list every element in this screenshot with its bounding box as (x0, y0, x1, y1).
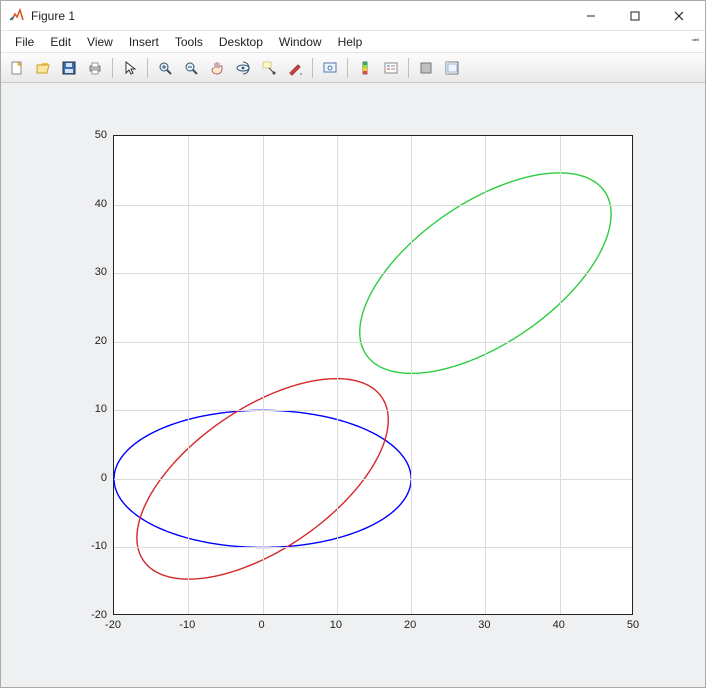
close-button[interactable] (657, 2, 701, 30)
menu-file[interactable]: File (7, 33, 42, 51)
data-cursor-button[interactable] (257, 56, 281, 80)
matlab-icon (9, 8, 25, 24)
titlebar: Figure 1 (1, 1, 705, 31)
ytick-label: 10 (49, 403, 107, 415)
gridline-v (337, 136, 338, 614)
gridline-v (485, 136, 486, 614)
xtick-label: 10 (330, 619, 342, 631)
xtick-label: 0 (259, 619, 265, 631)
gridline-h (114, 547, 632, 548)
gridline-v (263, 136, 264, 614)
menu-window[interactable]: Window (271, 33, 330, 51)
ytick-label: 50 (49, 129, 107, 141)
xtick-label: 20 (404, 619, 416, 631)
gridline-h (114, 273, 632, 274)
gridline-h (114, 410, 632, 411)
gridline-h (114, 342, 632, 343)
minimize-button[interactable] (569, 2, 613, 30)
gridline-h (114, 479, 632, 480)
axes-box (113, 135, 633, 615)
zoom-out-button[interactable] (179, 56, 203, 80)
figure-window: Figure 1 File Edit View Insert Tools Des… (0, 0, 706, 688)
insert-legend-button[interactable] (379, 56, 403, 80)
toolbar-separator (312, 58, 313, 78)
menu-edit[interactable]: Edit (42, 33, 79, 51)
xtick-label: -20 (105, 619, 121, 631)
window-title: Figure 1 (31, 9, 569, 23)
brush-button[interactable] (283, 56, 307, 80)
menu-help[interactable]: Help (330, 33, 371, 51)
xtick-label: -10 (179, 619, 195, 631)
edit-plot-button[interactable] (118, 56, 142, 80)
ytick-label: -10 (49, 540, 107, 552)
menu-insert[interactable]: Insert (121, 33, 167, 51)
pan-button[interactable] (205, 56, 229, 80)
toolbar-separator (347, 58, 348, 78)
link-plot-button[interactable] (318, 56, 342, 80)
ytick-label: 40 (49, 198, 107, 210)
xtick-label: 50 (627, 619, 639, 631)
gridline-v (411, 136, 412, 614)
plot-svg (114, 136, 632, 614)
gridline-h (114, 205, 632, 206)
zoom-in-button[interactable] (153, 56, 177, 80)
gridline-v (188, 136, 189, 614)
hide-plot-tools-button[interactable] (414, 56, 438, 80)
gridline-v (560, 136, 561, 614)
print-figure-button[interactable] (83, 56, 107, 80)
dock-arrow-icon[interactable]: ⭲ (691, 33, 699, 50)
menu-tools[interactable]: Tools (167, 33, 211, 51)
toolbar-separator (147, 58, 148, 78)
toolbar-separator (112, 58, 113, 78)
ytick-label: -20 (49, 609, 107, 621)
toolbar (1, 53, 705, 83)
ytick-label: 30 (49, 266, 107, 278)
menu-desktop[interactable]: Desktop (211, 33, 271, 51)
figure-canvas: -20 -10 0 10 20 30 40 50 -20 -10 0 10 20 30 40 50 (1, 83, 705, 687)
show-plot-tools-button[interactable] (440, 56, 464, 80)
new-figure-button[interactable] (5, 56, 29, 80)
save-figure-button[interactable] (57, 56, 81, 80)
axes[interactable]: -20 -10 0 10 20 30 40 50 -20 -10 0 10 20 30 40 50 (43, 115, 663, 655)
menu-view[interactable]: View (79, 33, 121, 51)
xtick-label: 30 (478, 619, 490, 631)
xtick-label: 40 (553, 619, 565, 631)
insert-colorbar-button[interactable] (353, 56, 377, 80)
ytick-label: 0 (49, 472, 107, 484)
rotate-3d-button[interactable] (231, 56, 255, 80)
toolbar-separator (408, 58, 409, 78)
ytick-label: 20 (49, 335, 107, 347)
open-file-button[interactable] (31, 56, 55, 80)
menubar: File Edit View Insert Tools Desktop Wind… (1, 31, 705, 53)
maximize-button[interactable] (613, 2, 657, 30)
